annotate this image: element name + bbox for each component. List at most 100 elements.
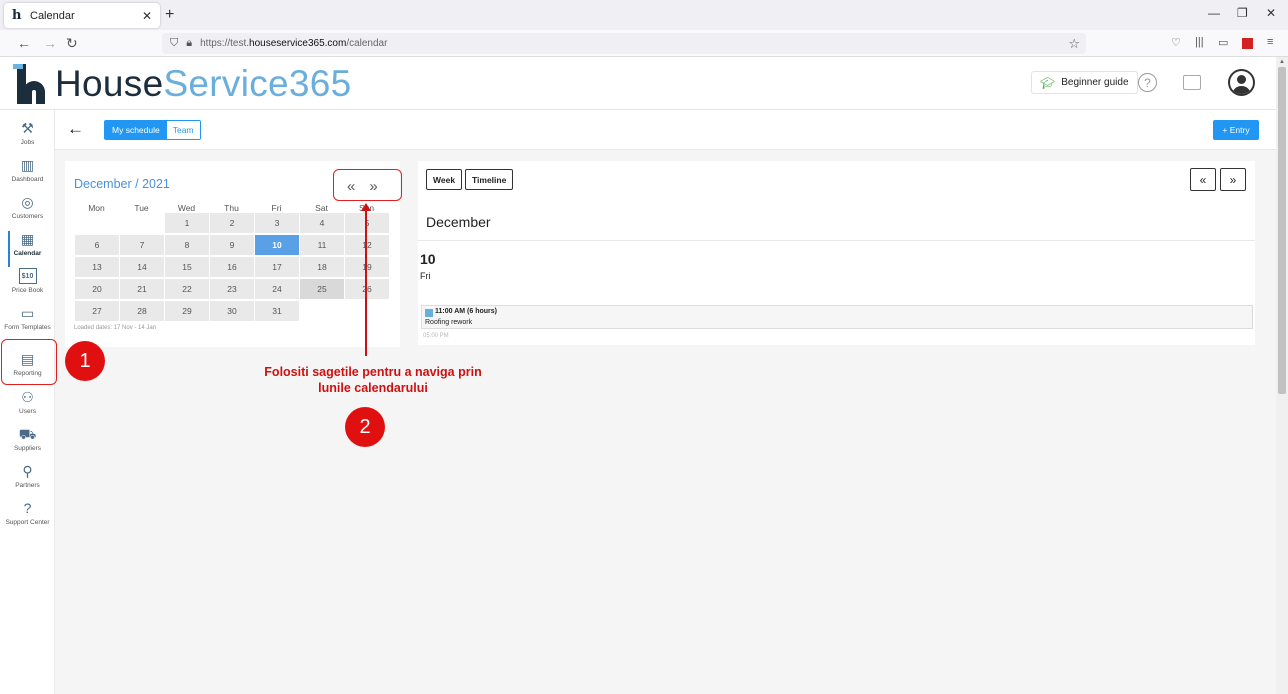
calendar-day[interactable]: 15 (165, 257, 209, 277)
bar-chart-icon: ▥ (20, 157, 35, 173)
back-nav-icon[interactable]: ← (17, 35, 31, 51)
calendar-day[interactable]: 28 (120, 301, 164, 321)
sidebar-toggle-icon[interactable]: ▭ (1218, 36, 1228, 49)
sidebar-item-partners[interactable]: ⚲ Partners (0, 463, 55, 499)
schedule-prev-button[interactable]: « (1190, 168, 1216, 191)
calendar-day[interactable]: 8 (165, 235, 209, 255)
calendar-day[interactable]: 6 (75, 235, 119, 255)
calendar-day[interactable]: 26 (345, 279, 389, 299)
beginner-guide-button[interactable]: 🎓︎ Beginner guide (1031, 71, 1138, 94)
sidebar-item-label: Suppliers (13, 445, 42, 452)
calendar-day[interactable]: 27 (75, 301, 119, 321)
calendar-day[interactable]: 10 (255, 235, 299, 255)
brand-logo[interactable]: HouseService365 (13, 63, 352, 105)
calendar-event[interactable]: 11:00 AM (6 hours) Roofing rework (421, 305, 1253, 329)
calendar-day[interactable]: 14 (120, 257, 164, 277)
back-arrow-icon[interactable]: ← (67, 119, 84, 139)
calendar-day[interactable]: 1 (165, 213, 209, 233)
sidebar-item-label: Form Templates (4, 324, 51, 331)
close-window-button[interactable]: ✕ (1266, 6, 1276, 20)
new-tab-button[interactable]: + (165, 6, 174, 24)
library-icon[interactable]: ||| (1195, 36, 1204, 48)
sidebar-item-customers[interactable]: ◎ Customers (0, 194, 55, 230)
calendar-day[interactable]: 23 (210, 279, 254, 299)
calendar-day[interactable]: 24 (255, 279, 299, 299)
url-prefix: https://test. (200, 38, 250, 49)
calendar-day[interactable]: 2 (210, 213, 254, 233)
mini-calendar-title: December / 2021 (74, 177, 170, 191)
close-tab-icon[interactable]: ✕ (142, 9, 152, 23)
calendar-day[interactable]: 21 (120, 279, 164, 299)
url-bar[interactable]: ⛉ 🔒︎ https://test. houseservice365.com/ca… (162, 33, 1086, 54)
annotation-note-line2: lunile calendarului (318, 381, 428, 395)
scrollbar-thumb[interactable] (1278, 67, 1286, 394)
sidebar-item-price-book[interactable]: $10 Price Book (0, 268, 55, 304)
event-title: Roofing rework (425, 319, 473, 326)
sidebar-item-form-templates[interactable]: ▭ Form Templates (0, 305, 55, 341)
calendar-day[interactable]: 20 (75, 279, 119, 299)
user-avatar[interactable] (1228, 69, 1255, 96)
timeline-view-button[interactable]: Timeline (465, 169, 514, 190)
my-schedule-button[interactable]: My schedule (105, 121, 167, 139)
calendar-day[interactable]: 30 (210, 301, 254, 321)
help-icon[interactable]: ? (1138, 73, 1157, 92)
menu-icon[interactable]: ≡ (1267, 36, 1273, 48)
scroll-up-icon[interactable]: ▲ (1279, 59, 1285, 65)
calendar-day[interactable]: 17 (255, 257, 299, 277)
schedule-panel: Week Timeline « » December 10 Fri 11:00 … (418, 161, 1255, 345)
sidebar-item-users[interactable]: ⚇ Users (0, 389, 55, 425)
pocket-icon[interactable]: ♡ (1171, 36, 1181, 49)
sidebar-item-suppliers[interactable]: ⛟ Suppliers (0, 426, 55, 462)
annotation-arrow-line (365, 208, 367, 356)
schedule-day-number: 10 (420, 251, 436, 267)
calendar-day[interactable]: 7 (120, 235, 164, 255)
sidebar: ⚒ Jobs ▥ Dashboard ◎ Customers ▦ Calendar $10 Pri… (0, 110, 55, 694)
reload-icon[interactable]: ↻ (66, 35, 78, 52)
add-entry-button[interactable]: + Entry (1213, 120, 1259, 140)
week-view-button[interactable]: Week (426, 169, 463, 190)
calendar-day[interactable]: 19 (345, 257, 389, 277)
sidebar-item-label: Customers (11, 213, 44, 220)
sidebar-item-label: Price Book (11, 287, 44, 294)
url-domain: houseservice365.com (249, 38, 347, 49)
browser-tab[interactable]: h Calendar ✕ (4, 3, 160, 28)
calendar-day[interactable]: 9 (210, 235, 254, 255)
price-tag-icon: $10 (18, 268, 37, 284)
calendar-day[interactable]: 22 (165, 279, 209, 299)
minimize-window-button[interactable]: — (1208, 6, 1220, 20)
weekday-header: Sat (315, 203, 328, 213)
calendar-day[interactable]: 18 (300, 257, 344, 277)
calendar-day[interactable]: 11 (300, 235, 344, 255)
sidebar-item-jobs[interactable]: ⚒ Jobs (0, 120, 55, 156)
calendar-day[interactable]: 16 (210, 257, 254, 277)
calendar-day[interactable]: 31 (255, 301, 299, 321)
annotation-note: Folositi sagetile pentru a naviga prin l… (248, 364, 498, 396)
sidebar-item-calendar[interactable]: ▦ Calendar (0, 231, 55, 267)
documents-icon[interactable] (1183, 75, 1201, 90)
browser-nav-bar: ← → ↻ ⛉ 🔒︎ https://test. houseservice365.… (0, 30, 1288, 57)
calendar-day[interactable]: 29 (165, 301, 209, 321)
calendar-day[interactable]: 3 (255, 213, 299, 233)
bookmark-star-icon[interactable]: ☆ (1068, 36, 1080, 52)
browser-tab-bar: h Calendar ✕ + — ❐ ✕ (0, 0, 1288, 30)
beginner-guide-label: Beginner guide (1061, 77, 1129, 88)
form-icon: ▭ (20, 305, 35, 321)
sidebar-item-support-center[interactable]: ? Support Center (0, 500, 55, 536)
extension-icon[interactable] (1242, 38, 1253, 49)
weekday-header: Fri (271, 203, 282, 213)
calendar-day[interactable]: 4 (300, 213, 344, 233)
calendar-day[interactable]: 5 (345, 213, 389, 233)
calendar-day[interactable]: 25 (300, 279, 344, 299)
annotation-badge-1: 1 (65, 341, 105, 381)
schedule-next-button[interactable]: » (1220, 168, 1246, 191)
team-button[interactable]: Team (166, 121, 200, 139)
page-scrollbar[interactable]: ▲ (1276, 57, 1288, 694)
calendar-day[interactable]: 13 (75, 257, 119, 277)
calendar-day[interactable]: 12 (345, 235, 389, 255)
annotation-note-line1: Folositi sagetile pentru a naviga prin (264, 365, 482, 379)
restore-window-button[interactable]: ❐ (1237, 6, 1248, 20)
forward-nav-icon[interactable]: → (43, 35, 57, 51)
sidebar-item-dashboard[interactable]: ▥ Dashboard (0, 157, 55, 193)
loaded-dates-note: Loaded dates: 17 Nov - 14 Jan (74, 325, 157, 331)
month-nav-highlight-box (333, 169, 402, 201)
